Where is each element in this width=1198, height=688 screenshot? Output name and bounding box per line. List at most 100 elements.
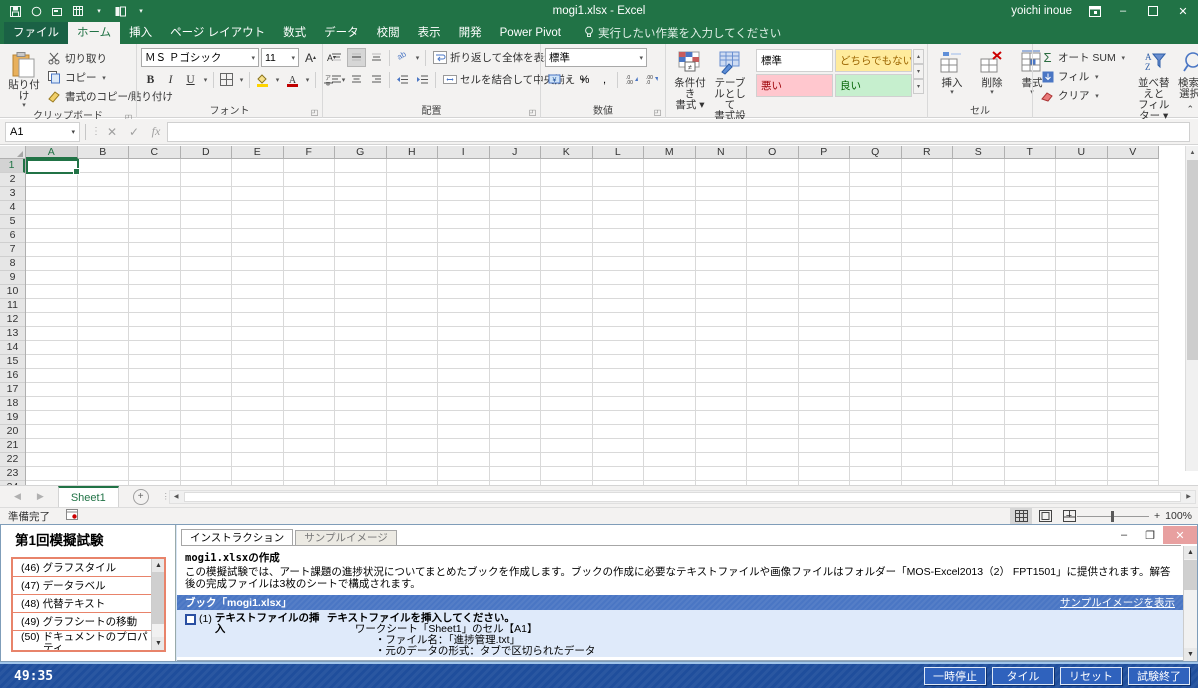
chevron-down-icon[interactable]: ▾ [201, 70, 210, 89]
cell-H19[interactable] [386, 411, 438, 425]
cell-L18[interactable] [592, 397, 644, 411]
scroll-right-icon[interactable]: ▶ [1182, 491, 1195, 503]
cell-Q2[interactable] [850, 173, 902, 187]
normal-view-icon[interactable] [1010, 508, 1032, 524]
cell-I7[interactable] [438, 243, 490, 257]
cell-I18[interactable] [438, 397, 490, 411]
cell-T7[interactable] [1004, 243, 1056, 257]
find-select-button[interactable]: 検索と 選択 ▾ [1174, 47, 1198, 101]
cell-U12[interactable] [1056, 313, 1108, 327]
row-header-21[interactable]: 21 [0, 439, 25, 453]
formula-input[interactable] [167, 121, 1190, 142]
cell-B22[interactable] [77, 453, 129, 467]
cell-V9[interactable] [1107, 271, 1159, 285]
cell-L12[interactable] [592, 313, 644, 327]
tab-formulas[interactable]: 数式 [274, 22, 315, 44]
previous-sheet-icon[interactable]: ◀ [14, 491, 21, 502]
cell-E18[interactable] [232, 397, 284, 411]
cell-N2[interactable] [695, 173, 747, 187]
cell-T10[interactable] [1004, 285, 1056, 299]
cell-R3[interactable] [901, 187, 953, 201]
collapse-ribbon-button[interactable]: ⌃ [1186, 104, 1194, 115]
cell-V3[interactable] [1107, 187, 1159, 201]
cell-K21[interactable] [541, 439, 593, 453]
cell-A9[interactable] [26, 271, 78, 285]
cell-T18[interactable] [1004, 397, 1056, 411]
cell-F12[interactable] [283, 313, 335, 327]
row-header-13[interactable]: 13 [0, 327, 25, 341]
cell-K12[interactable] [541, 313, 593, 327]
row-header-2[interactable]: 2 [0, 173, 25, 187]
cell-H8[interactable] [386, 257, 438, 271]
cell-N12[interactable] [695, 313, 747, 327]
cell-J7[interactable] [489, 243, 541, 257]
cell-S20[interactable] [953, 425, 1005, 439]
chevron-down-icon[interactable]: ▾ [237, 70, 246, 89]
cell-G16[interactable] [335, 369, 387, 383]
cell-L4[interactable] [592, 201, 644, 215]
cell-Q4[interactable] [850, 201, 902, 215]
cell-style-good[interactable]: 良い [835, 74, 912, 97]
cell-C2[interactable] [129, 173, 181, 187]
tab-file[interactable]: ファイル [4, 22, 68, 44]
cell-U5[interactable] [1056, 215, 1108, 229]
cell-I5[interactable] [438, 215, 490, 229]
cell-C15[interactable] [129, 355, 181, 369]
cell-L1[interactable] [592, 159, 644, 173]
cell-E17[interactable] [232, 383, 284, 397]
column-header-G[interactable]: G [335, 146, 387, 159]
column-header-I[interactable]: I [438, 146, 490, 159]
chevron-down-icon[interactable]: ▾ [1119, 48, 1128, 67]
cell-N9[interactable] [695, 271, 747, 285]
chevron-down-icon[interactable]: ▾ [251, 54, 255, 62]
cell-E11[interactable] [232, 299, 284, 313]
scroll-down-icon[interactable]: ▼ [1184, 648, 1197, 661]
exam-scroll-thumb[interactable] [1184, 560, 1197, 590]
cell-O14[interactable] [747, 341, 799, 355]
cell-T16[interactable] [1004, 369, 1056, 383]
dialog-launcher-icon[interactable]: ◰ [653, 108, 662, 117]
cell-T19[interactable] [1004, 411, 1056, 425]
cell-A21[interactable] [26, 439, 78, 453]
align-center-button[interactable] [347, 70, 366, 89]
cell-K3[interactable] [541, 187, 593, 201]
cell-R12[interactable] [901, 313, 953, 327]
cell-E6[interactable] [232, 229, 284, 243]
cell-Q5[interactable] [850, 215, 902, 229]
cell-S21[interactable] [953, 439, 1005, 453]
cell-G5[interactable] [335, 215, 387, 229]
cell-A3[interactable] [26, 187, 78, 201]
column-header-A[interactable]: A [26, 146, 78, 159]
question-item[interactable]: (48) 代替テキスト [13, 595, 153, 613]
cell-L7[interactable] [592, 243, 644, 257]
cell-U9[interactable] [1056, 271, 1108, 285]
column-header-K[interactable]: K [541, 146, 593, 159]
cell-Q23[interactable] [850, 467, 902, 481]
cell-O3[interactable] [747, 187, 799, 201]
cell-L17[interactable] [592, 383, 644, 397]
delete-cells-button[interactable]: 削除 ▾ [972, 47, 1012, 97]
column-header-O[interactable]: O [747, 146, 799, 159]
cell-C14[interactable] [129, 341, 181, 355]
cell-R6[interactable] [901, 229, 953, 243]
cell-H11[interactable] [386, 299, 438, 313]
cell-C7[interactable] [129, 243, 181, 257]
cell-N15[interactable] [695, 355, 747, 369]
cell-N3[interactable] [695, 187, 747, 201]
cell-J23[interactable] [489, 467, 541, 481]
cell-M10[interactable] [644, 285, 696, 299]
cell-C20[interactable] [129, 425, 181, 439]
row-header-16[interactable]: 16 [0, 369, 25, 383]
cell-N5[interactable] [695, 215, 747, 229]
cell-B17[interactable] [77, 383, 129, 397]
cell-P9[interactable] [798, 271, 850, 285]
cell-L15[interactable] [592, 355, 644, 369]
cell-P1[interactable] [798, 159, 850, 173]
cell-F5[interactable] [283, 215, 335, 229]
cell-N6[interactable] [695, 229, 747, 243]
cell-J6[interactable] [489, 229, 541, 243]
cell-O10[interactable] [747, 285, 799, 299]
cell-R15[interactable] [901, 355, 953, 369]
cell-I16[interactable] [438, 369, 490, 383]
cell-P21[interactable] [798, 439, 850, 453]
